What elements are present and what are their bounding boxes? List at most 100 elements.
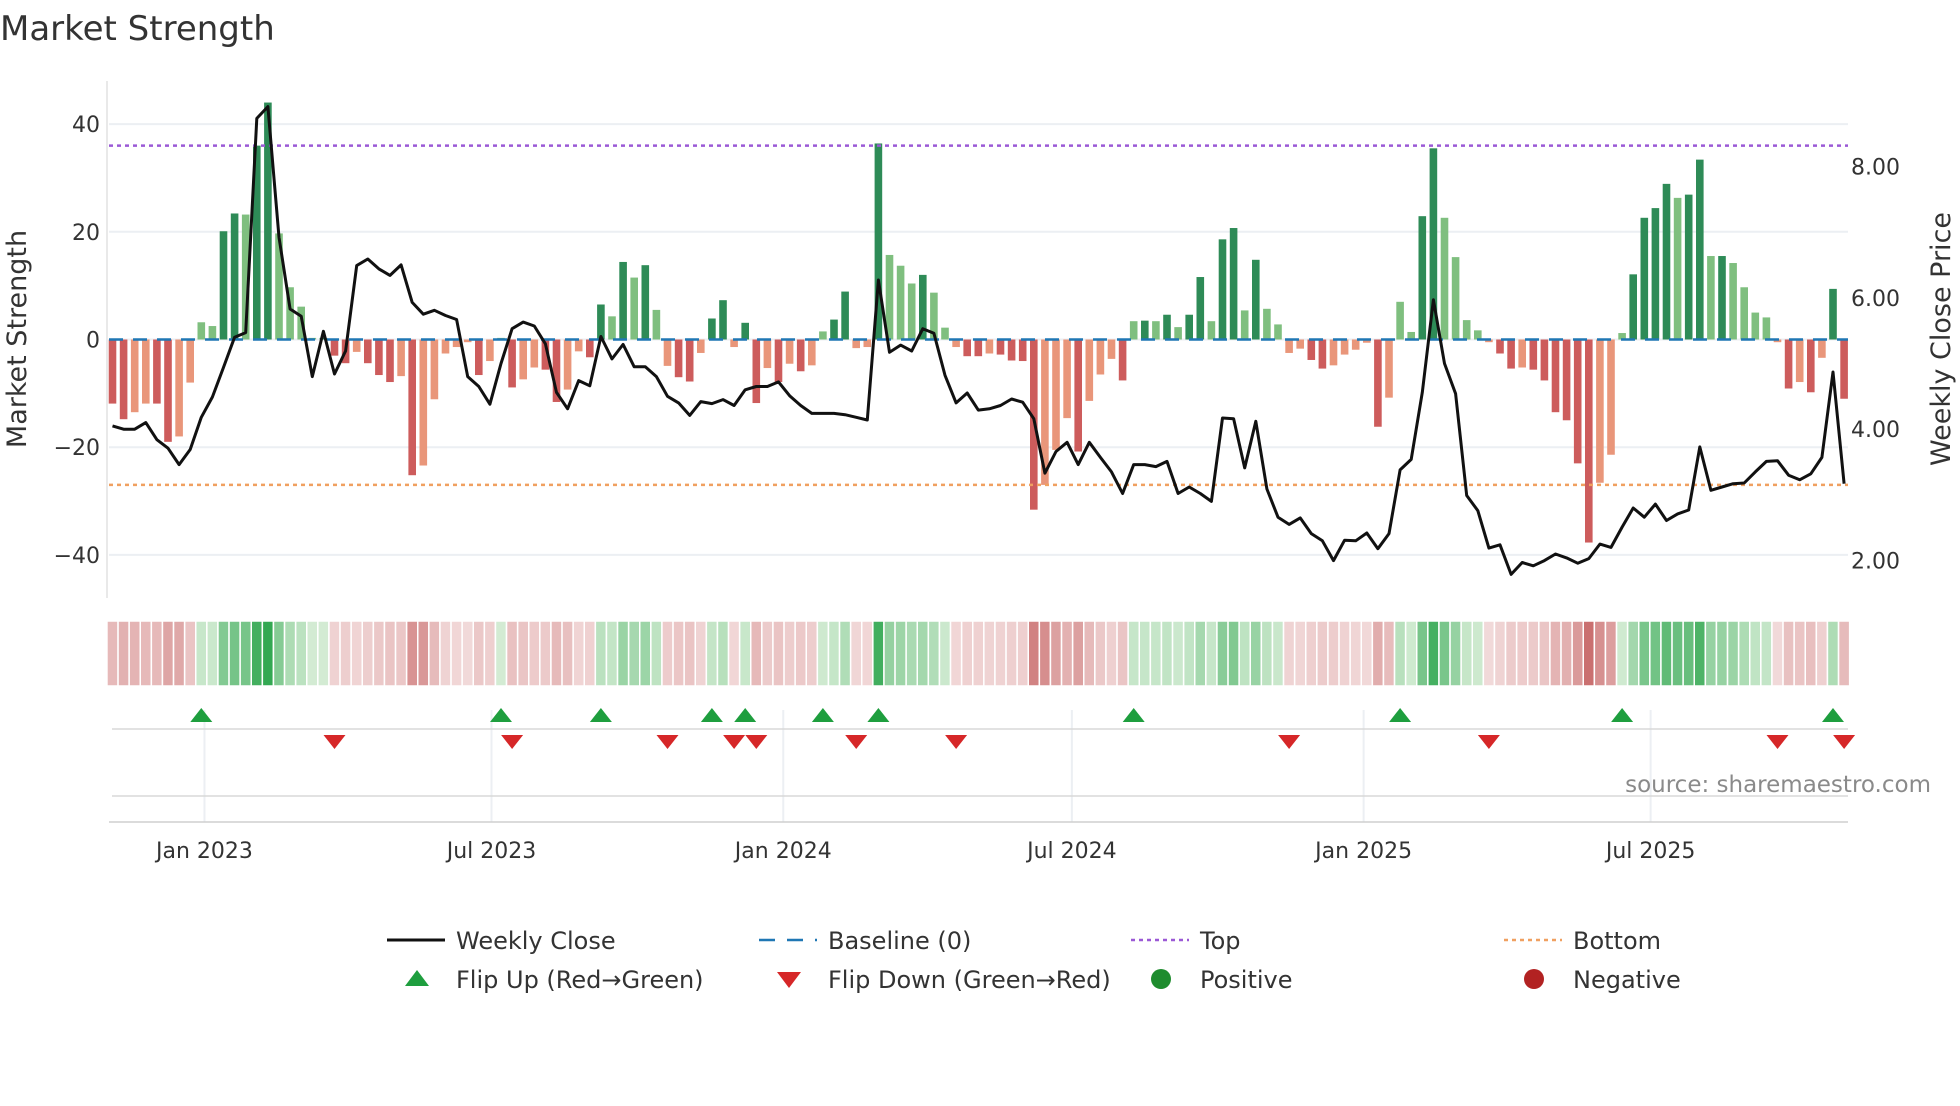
strength-bar <box>1684 194 1693 340</box>
heat-cell <box>117 620 130 687</box>
strength-bar <box>1573 339 1582 464</box>
heat-cell <box>283 620 297 687</box>
strength-bar <box>1496 339 1504 354</box>
heat-cell <box>1338 620 1351 687</box>
strength-bar <box>1396 301 1404 340</box>
market-strength-chart: Market Strength −40 −20 0 20 40 2.00 4.00 6.00… <box>0 9 1957 994</box>
strength-bar <box>1007 339 1016 361</box>
strength-bar <box>830 319 838 340</box>
heat-cell <box>1560 620 1573 687</box>
strength-bar <box>985 339 994 354</box>
strength-bar <box>1518 339 1526 368</box>
flip-up-marker <box>589 708 612 722</box>
heat-cell <box>1615 620 1629 687</box>
heat-cell <box>139 620 153 687</box>
heat-cell <box>1504 620 1518 687</box>
strength-bar <box>230 213 239 340</box>
heat-cell <box>750 620 763 687</box>
heat-cell <box>838 620 852 687</box>
heat-cell <box>317 620 330 687</box>
heat-cell <box>1682 620 1696 687</box>
flip-down-marker <box>745 735 768 749</box>
heat-cell <box>1382 620 1396 687</box>
strength-bar <box>619 261 627 340</box>
heat-cell <box>672 620 685 687</box>
strength-bar <box>1141 320 1149 340</box>
strength-bar <box>1118 339 1127 381</box>
strength-bar <box>430 339 439 400</box>
heat-cell <box>128 620 141 687</box>
strength-bar <box>1696 159 1704 340</box>
strength-bar <box>1529 339 1538 370</box>
strength-bar <box>1729 263 1737 340</box>
heat-cell <box>306 620 319 687</box>
strength-bar <box>1596 339 1604 483</box>
strength-bar <box>397 339 405 377</box>
heat-cell <box>1837 620 1851 687</box>
heat-cell <box>949 620 963 687</box>
legend-item-bottom: Bottom <box>1504 927 1661 955</box>
heat-cell <box>1038 620 1052 687</box>
x-tick-label: Jul 2025 <box>1604 839 1696 864</box>
heat-cell <box>1305 620 1318 687</box>
strength-bar <box>1218 239 1227 340</box>
heat-cell <box>272 620 286 687</box>
flip-up-marker <box>490 708 512 722</box>
strength-bar <box>408 339 416 476</box>
heat-cell <box>1704 620 1718 687</box>
heat-cell <box>927 620 941 687</box>
strength-bar <box>674 339 683 378</box>
strength-bar <box>608 316 616 340</box>
strength-bar <box>1229 228 1238 340</box>
heat-cell <box>183 620 197 687</box>
strength-bar <box>1629 274 1637 340</box>
strength-bar <box>1252 259 1260 340</box>
heat-cell <box>1826 620 1840 687</box>
heat-cell <box>294 620 308 687</box>
heat-cell <box>1793 620 1807 687</box>
strength-bar <box>996 339 1005 355</box>
heat-cell <box>816 620 830 687</box>
y-tick-label: 20 <box>72 221 100 246</box>
heat-cell <box>172 620 186 687</box>
strength-bar <box>641 265 650 340</box>
strength-bar <box>663 339 672 366</box>
heat-cell <box>1371 620 1385 687</box>
heat-cell <box>1749 620 1762 687</box>
heat-cell <box>1782 620 1795 687</box>
strength-bar <box>1440 217 1449 340</box>
heat-cell <box>1638 620 1651 687</box>
heat-cell <box>1227 620 1240 687</box>
legend-label: Negative <box>1573 966 1681 994</box>
heat-cell <box>1194 620 1207 687</box>
strength-bar <box>785 339 794 364</box>
strength-bar <box>1784 339 1793 389</box>
strength-bar <box>164 339 172 442</box>
strength-bar <box>1318 339 1327 369</box>
heat-cell <box>1138 620 1152 687</box>
strength-bar <box>819 331 827 340</box>
x-tick-label: Jan 2023 <box>154 839 253 864</box>
heat-cell <box>494 620 508 687</box>
strength-bar <box>208 326 217 340</box>
strength-bar <box>1274 324 1282 340</box>
heat-cell <box>239 620 252 687</box>
heat-cell <box>1737 620 1751 687</box>
heat-cell <box>250 620 264 687</box>
flip-up-marker <box>734 708 757 722</box>
strength-bar <box>630 277 638 340</box>
strength-bar <box>1340 339 1349 355</box>
strength-bar <box>119 339 128 420</box>
flip-up-marker <box>1122 708 1145 722</box>
strength-bars <box>108 102 1848 543</box>
heat-cell <box>1760 620 1773 687</box>
strength-bar <box>1718 256 1726 340</box>
heat-cell <box>872 620 885 687</box>
legend-item-negative: Negative <box>1524 966 1681 994</box>
legend-label: Flip Down (Green→Red) <box>828 966 1111 994</box>
heat-cell <box>1804 620 1818 687</box>
heat-cell <box>217 620 230 687</box>
strength-bar <box>375 339 383 376</box>
strength-bar <box>1540 339 1549 381</box>
strength-bar <box>1107 339 1116 359</box>
